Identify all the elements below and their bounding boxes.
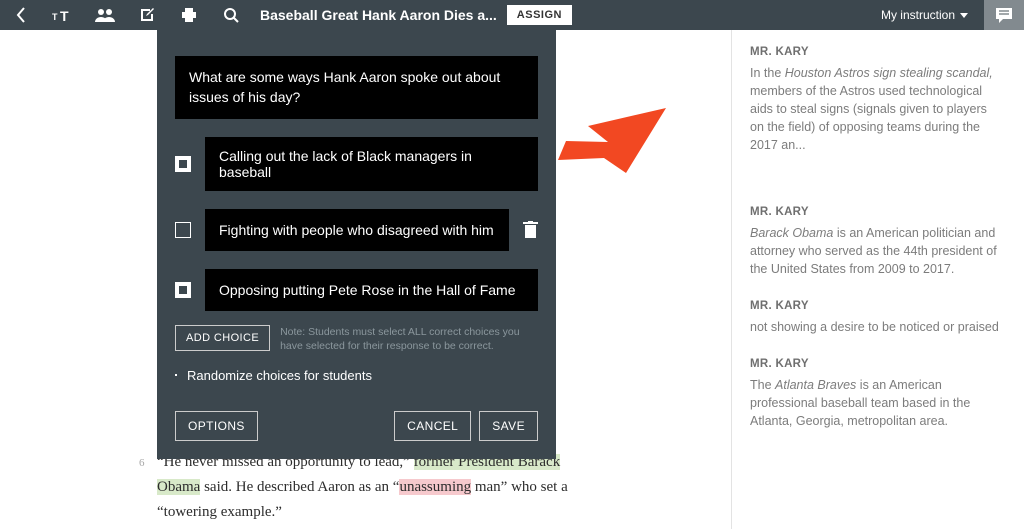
text-size-button[interactable]: TT bbox=[42, 0, 84, 30]
randomize-label: Randomize choices for students bbox=[187, 368, 372, 383]
add-choice-note: Note: Students must select ALL correct c… bbox=[280, 325, 538, 353]
search-icon bbox=[223, 7, 239, 23]
annotation-author: MR. KARY bbox=[750, 356, 1002, 373]
annotations-sidebar: MR. KARY In the Houston Astros sign stea… bbox=[731, 30, 1024, 529]
annotation-note[interactable]: MR. KARY In the Houston Astros sign stea… bbox=[750, 44, 1002, 154]
edit-button[interactable] bbox=[126, 0, 168, 30]
print-icon bbox=[181, 7, 197, 23]
choice-text[interactable]: Opposing putting Pete Rose in the Hall o… bbox=[205, 269, 538, 311]
choice-correct-checkbox[interactable] bbox=[175, 156, 191, 172]
print-button[interactable] bbox=[168, 0, 210, 30]
annotation-author: MR. KARY bbox=[750, 44, 1002, 61]
annotation-note[interactable]: MR. KARY not showing a desire to be noti… bbox=[750, 298, 1002, 336]
question-prompt[interactable]: What are some ways Hank Aaron spoke out … bbox=[175, 56, 538, 119]
annotations-panel-toggle[interactable] bbox=[984, 0, 1024, 30]
assign-button[interactable]: ASSIGN bbox=[507, 5, 572, 25]
choice-correct-checkbox[interactable] bbox=[175, 222, 191, 238]
my-instruction-dropdown[interactable]: My instruction bbox=[881, 8, 968, 22]
paragraph-number: 6 bbox=[139, 454, 145, 472]
top-toolbar: TT Baseball Great Hank Aaron Dies a... A… bbox=[0, 0, 1024, 30]
paragraph: 6 “He never missed an opportunity to lea… bbox=[157, 450, 587, 524]
text-size-icon: TT bbox=[52, 7, 74, 23]
edit-icon bbox=[139, 7, 155, 23]
delete-choice-icon[interactable] bbox=[523, 221, 538, 239]
choice-row: Fighting with people who disagreed with … bbox=[175, 209, 538, 251]
people-icon bbox=[95, 8, 115, 22]
callout-arrow-icon bbox=[556, 108, 666, 188]
randomize-checkbox[interactable] bbox=[175, 374, 177, 376]
annotation-icon bbox=[995, 7, 1013, 23]
choice-text[interactable]: Calling out the lack of Black managers i… bbox=[205, 137, 538, 191]
svg-text:T: T bbox=[52, 12, 58, 22]
svg-text:T: T bbox=[60, 8, 69, 23]
chevron-left-icon bbox=[15, 7, 27, 23]
add-choice-button[interactable]: ADD CHOICE bbox=[175, 325, 270, 351]
save-button[interactable]: SAVE bbox=[479, 411, 538, 441]
choice-text[interactable]: Fighting with people who disagreed with … bbox=[205, 209, 509, 251]
choice-row: Calling out the lack of Black managers i… bbox=[175, 137, 538, 191]
choice-row: Opposing putting Pete Rose in the Hall o… bbox=[175, 269, 538, 311]
choice-correct-checkbox[interactable] bbox=[175, 282, 191, 298]
search-button[interactable] bbox=[210, 0, 252, 30]
annotation-note[interactable]: MR. KARY Barack Obama is an American pol… bbox=[750, 204, 1002, 278]
question-editor-panel: What are some ways Hank Aaron spoke out … bbox=[157, 30, 556, 459]
annotation-note[interactable]: MR. KARY The Atlanta Braves is an Americ… bbox=[750, 356, 1002, 430]
annotation-author: MR. KARY bbox=[750, 298, 1002, 315]
article-body: 6 “He never missed an opportunity to lea… bbox=[157, 450, 587, 529]
highlight[interactable]: unassuming bbox=[399, 479, 471, 495]
my-instruction-label: My instruction bbox=[881, 8, 955, 22]
page-title: Baseball Great Hank Aaron Dies a... bbox=[260, 7, 497, 23]
options-button[interactable]: OPTIONS bbox=[175, 411, 258, 441]
annotation-author: MR. KARY bbox=[750, 204, 1002, 221]
cancel-button[interactable]: CANCEL bbox=[394, 411, 471, 441]
back-button[interactable] bbox=[0, 0, 42, 30]
class-button[interactable] bbox=[84, 0, 126, 30]
caret-down-icon bbox=[960, 13, 968, 18]
main-area: What are some ways Hank Aaron spoke out … bbox=[0, 30, 731, 529]
